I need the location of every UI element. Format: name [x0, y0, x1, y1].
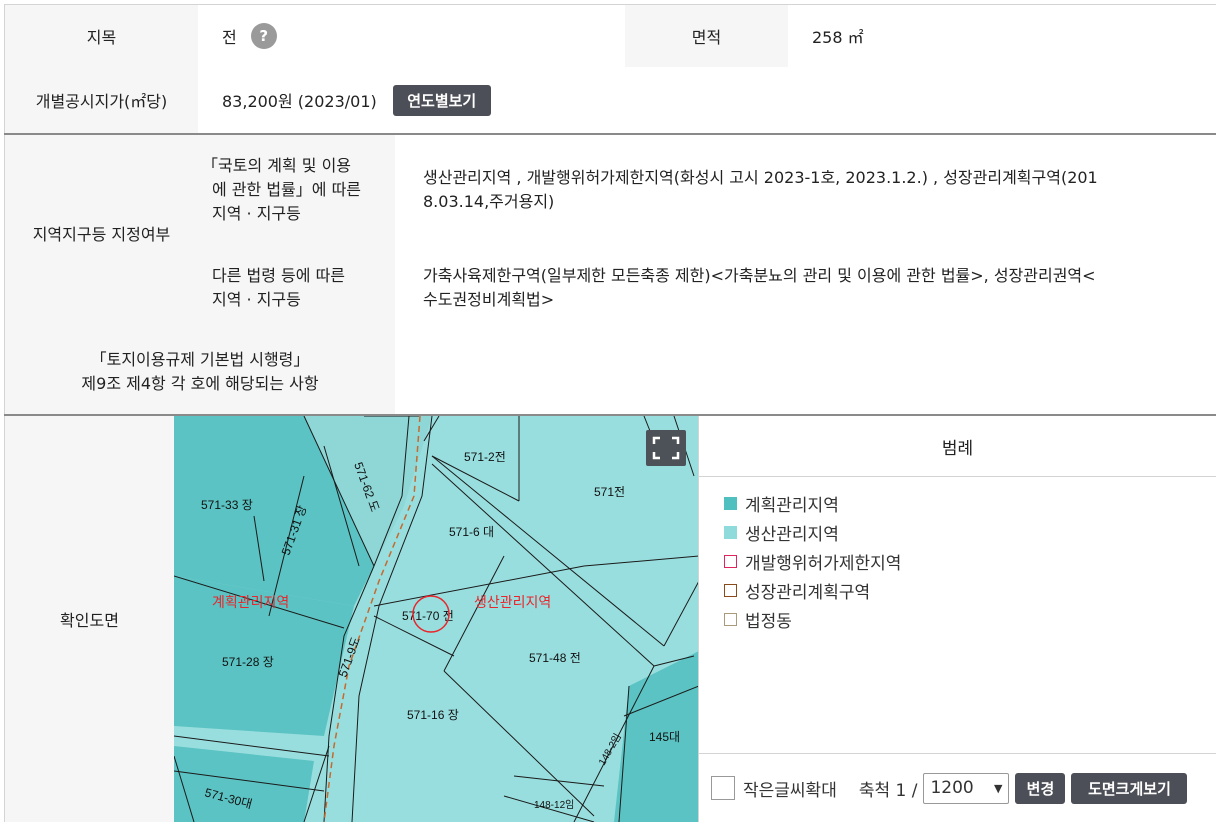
- area-label-cell: 면적: [625, 4, 789, 68]
- legend-item-production: 생산관리지역: [724, 521, 839, 545]
- yearly-view-button[interactable]: 연도별보기: [392, 84, 491, 116]
- legend-swatch: [724, 496, 737, 510]
- legend-item-growth-plan: 성장관리계획구역: [724, 579, 871, 603]
- legend-title: 범례: [941, 438, 974, 459]
- zoning-label: 지역지구등 지정여부: [32, 224, 171, 244]
- legend-item-planning: 계획관리지역: [724, 492, 839, 516]
- parcel-148-12: 148-12임: [534, 798, 574, 811]
- legend-swatch: [724, 583, 737, 597]
- map-label-cell: 확인도면: [4, 416, 174, 822]
- change-scale-button[interactable]: 변경: [1015, 772, 1066, 804]
- parcel-145: 145대: [649, 730, 680, 744]
- legend-item-legal-dong: 법정동: [724, 608, 792, 632]
- jimok-value-cell: 전 ?: [198, 4, 626, 68]
- parcel-148-2: 148-2임: [595, 731, 624, 768]
- zoning-sub1-label-3: 지역 · 지구등: [212, 204, 301, 223]
- zoning-sub2-value-cell: 가축사육제한구역(일부제한 모든축종 제한)<가축분뇨의 관리 및 이용에 관한…: [395, 245, 1216, 331]
- zoning-sub1-value-2: 8.03.14,주거용지): [423, 192, 555, 211]
- zoning-label-cell: 지역지구등 지정여부: [4, 135, 199, 331]
- expand-icon: [652, 436, 680, 460]
- regulation-label-cell: 「토지이용규제 기본법 시행령」 제9조 제4항 각 호에 해당되는 사항: [4, 330, 396, 415]
- area-value: 258 ㎡: [812, 28, 864, 47]
- zoning-sub2-value-1: 가축사육제한구역(일부제한 모든축종 제한)<가축분뇨의 관리 및 이용에 관한…: [423, 265, 1096, 285]
- legend-swatch: [724, 554, 737, 568]
- zoning-sub2-label-1: 다른 법령 등에 따른: [212, 265, 346, 285]
- parcel-571-16: 571-16 장: [407, 708, 459, 722]
- zoning-sub1-label-cell: 「국토의 계획 및 이용 에 관한 법률」에 따른 지역 · 지구등: [198, 135, 396, 246]
- legend-item-label: 법정동: [745, 611, 792, 632]
- price-value-cell: 83,200원 (2023/01) 연도별보기: [198, 67, 1216, 134]
- parcel-571-2: 571-2전: [464, 450, 506, 464]
- legend-swatch: [724, 612, 737, 626]
- jimok-label-cell: 지목: [4, 4, 199, 68]
- enlarge-map-button[interactable]: 도면크게보기: [1071, 772, 1188, 804]
- map-controls: 작은글씨확대 축척 1 / 1200 ▼ 변경 도면크게보기: [699, 753, 1216, 822]
- help-icon[interactable]: ?: [250, 23, 277, 49]
- small-text-checkbox[interactable]: [711, 776, 735, 800]
- zoning-sub1-label-2: 에 관한 법률」에 따른: [212, 180, 362, 199]
- parcel-571-48: 571-48 전: [529, 651, 581, 665]
- regulation-label-2: 제9조 제4항 각 호에 해당되는 사항: [81, 374, 319, 393]
- zoning-sub1-value-cell: 생산관리지역 , 개발행위허가제한지역(화성시 고시 2023-1호, 2023…: [395, 135, 1216, 246]
- parcel-571-28: 571-28 장: [222, 655, 274, 669]
- regulation-value-cell: [395, 330, 1216, 415]
- cadastral-map-svg: 계획관리지역 생산관리지역 571-2전 571전 571-33 장 571-3…: [174, 416, 699, 822]
- parcel-571-70: 571-70 전: [402, 609, 454, 623]
- area-value-cell: 258 ㎡: [788, 4, 1216, 68]
- small-text-label: 작은글씨확대: [743, 780, 837, 801]
- legend-swatch: [724, 525, 737, 539]
- chevron-down-icon: ▼: [994, 781, 1003, 795]
- price-value: 83,200원 (2023/01): [222, 92, 377, 111]
- scale-label: 축척 1 /: [858, 780, 918, 801]
- map-label: 확인도면: [60, 611, 119, 630]
- zoning-sub1-value-1: 생산관리지역 , 개발행위허가제한지역(화성시 고시 2023-1호, 2023…: [423, 168, 1098, 187]
- legend-item-dev-restriction: 개발행위허가제한지역: [724, 550, 902, 574]
- regulation-label-1: 「토지이용규제 기본법 시행령」: [90, 350, 310, 369]
- jimok-value: 전: [222, 28, 237, 47]
- zoning-sub1-label-1: 「국토의 계획 및 이용: [202, 156, 352, 175]
- zoning-sub2-value-2: 수도권정비계획법>: [423, 289, 555, 309]
- parcel-571: 571전: [594, 485, 625, 499]
- legend-title-cell: 범례: [699, 416, 1216, 477]
- area-label: 면적: [691, 28, 722, 47]
- fullscreen-button[interactable]: [646, 430, 686, 466]
- scale-select[interactable]: 1200 ▼: [923, 772, 1010, 804]
- planning-zone-sw: [174, 746, 314, 822]
- scale-select-value: 1200: [930, 778, 974, 798]
- zoning-sub2-label-2: 지역 · 지구등: [212, 289, 301, 309]
- zoning-sub2-label-cell: 다른 법령 등에 따른 지역 · 지구등: [198, 245, 396, 331]
- parcel-571-6: 571-6 대: [449, 525, 494, 539]
- cadastral-map[interactable]: 계획관리지역 생산관리지역 571-2전 571전 571-33 장 571-3…: [174, 416, 699, 822]
- legend-item-label: 성장관리계획구역: [745, 582, 871, 603]
- price-label: 개별공시지가(㎡당): [35, 92, 168, 111]
- legend-item-label: 개발행위허가제한지역: [745, 553, 902, 574]
- parcel-571-33: 571-33 장: [201, 498, 253, 512]
- zone-label-production: 생산관리지역: [474, 594, 551, 610]
- jimok-label: 지목: [86, 28, 117, 47]
- zone-label-planning: 계획관리지역: [212, 594, 289, 610]
- price-label-cell: 개별공시지가(㎡당): [4, 67, 199, 134]
- legend-item-label: 계획관리지역: [745, 495, 839, 516]
- legend-item-label: 생산관리지역: [745, 524, 839, 545]
